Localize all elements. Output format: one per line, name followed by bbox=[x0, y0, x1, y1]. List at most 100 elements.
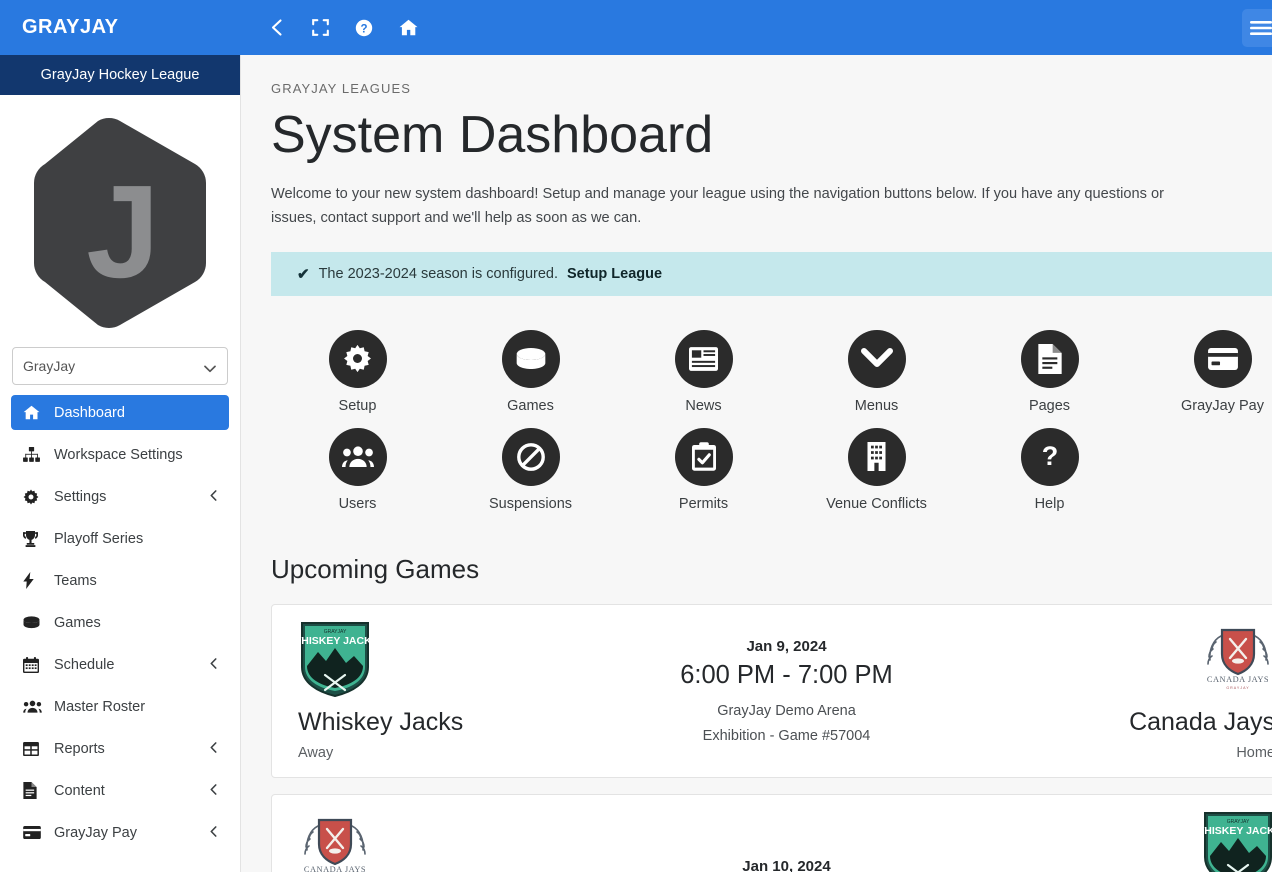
sidebar-nav: Dashboard Workspace bbox=[0, 395, 240, 872]
tile-label: Menus bbox=[855, 398, 899, 414]
game-meta: Exhibition - Game #57004 bbox=[703, 728, 871, 744]
game-date: Jan 9, 2024 bbox=[746, 638, 826, 655]
sidebar-item-dashboard[interactable]: Dashboard bbox=[11, 395, 229, 430]
sidebar-item-label: Reports bbox=[54, 741, 105, 757]
sidebar-item-label: Teams bbox=[54, 573, 97, 589]
chevron-left-icon bbox=[210, 741, 217, 757]
game-time: 6:00 PM - 7:00 PM bbox=[680, 661, 893, 690]
sidebar-item-workspace-settings[interactable]: Workspace Settings bbox=[11, 437, 229, 472]
bolt-icon bbox=[23, 572, 45, 589]
tile-label: News bbox=[685, 398, 721, 414]
home-icon bbox=[23, 405, 45, 420]
sidebar-item-label: GrayJay Pay bbox=[54, 825, 137, 841]
whiskey-jacks-logo: GRAYJAY WHISKEY JACKS bbox=[1201, 810, 1272, 872]
help-circle-icon[interactable]: ? bbox=[347, 11, 381, 45]
chevron-left-icon bbox=[210, 783, 217, 799]
tile-news[interactable]: News bbox=[617, 330, 790, 414]
tile-label: Venue Conflicts bbox=[826, 496, 927, 512]
svg-text:?: ? bbox=[360, 23, 367, 35]
top-bar: GRAYJAY ? bbox=[0, 0, 1272, 55]
svg-text:CANADA JAYS: CANADA JAYS bbox=[1207, 675, 1269, 684]
status-banner: ✔ The 2023-2024 season is configured. Se… bbox=[271, 252, 1272, 296]
svg-text:WHISKEY JACKS: WHISKEY JACKS bbox=[298, 635, 372, 647]
setup-league-link[interactable]: Setup League bbox=[567, 266, 662, 282]
game-card[interactable]: CANADA JAYS GRAYJAY Canada Jays Away Jan… bbox=[271, 794, 1272, 872]
svg-text:WHISKEY JACKS: WHISKEY JACKS bbox=[1201, 825, 1272, 837]
away-team: GRAYJAY WHISKEY JACKS Whiskey Jacks Away bbox=[298, 620, 568, 761]
tile-venue-conflicts[interactable]: Venue Conflicts bbox=[790, 428, 963, 512]
sidebar-item-label: Master Roster bbox=[54, 699, 145, 715]
sidebar-item-teams[interactable]: Teams bbox=[11, 563, 229, 598]
game-card[interactable]: GRAYJAY WHISKEY JACKS Whiskey Jacks Away… bbox=[271, 604, 1272, 778]
home-team: CANADA JAYS GRAYJAY Canada Jays Home bbox=[1005, 620, 1272, 761]
avatar: J bbox=[0, 95, 240, 347]
puck-icon bbox=[502, 330, 560, 388]
whiskey-jacks-logo: GRAYJAY WHISKEY JACKS bbox=[298, 620, 372, 698]
home-team: GRAYJAY WHISKEY JACKS Whiskey Jacks Home bbox=[1005, 810, 1272, 872]
team-side: Away bbox=[298, 745, 333, 761]
tile-permits[interactable]: Permits bbox=[617, 428, 790, 512]
tile-suspensions[interactable]: Suspensions bbox=[444, 428, 617, 512]
question-icon: ? bbox=[1021, 428, 1079, 486]
quick-actions-grid: Setup Games bbox=[271, 330, 1272, 512]
away-team: CANADA JAYS GRAYJAY Canada Jays Away bbox=[298, 810, 568, 872]
sitemap-icon bbox=[23, 447, 45, 462]
team-select-wrapper: GrayJay bbox=[0, 347, 240, 395]
chevron-left-icon bbox=[210, 825, 217, 841]
canada-jays-logo: CANADA JAYS GRAYJAY bbox=[1201, 620, 1272, 698]
sidebar-item-content[interactable]: Content bbox=[11, 773, 229, 808]
game-venue: GrayJay Demo Arena bbox=[717, 703, 856, 719]
back-chevron-icon[interactable] bbox=[259, 11, 293, 45]
chevron-down-icon bbox=[848, 330, 906, 388]
sidebar-item-reports[interactable]: Reports bbox=[11, 731, 229, 766]
gear-icon bbox=[23, 489, 45, 505]
hexagon-logo-icon: J bbox=[27, 117, 213, 329]
gear-icon bbox=[329, 330, 387, 388]
tile-help[interactable]: ? Help bbox=[963, 428, 1136, 512]
people-icon bbox=[329, 428, 387, 486]
tile-setup[interactable]: Setup bbox=[271, 330, 444, 414]
svg-text:CANADA JAYS: CANADA JAYS bbox=[304, 865, 366, 872]
app-shell: GrayJay Hockey League J GrayJay bbox=[0, 55, 1272, 872]
tile-label: Permits bbox=[679, 496, 728, 512]
sidebar-item-label: Workspace Settings bbox=[54, 447, 183, 463]
tile-menus[interactable]: Menus bbox=[790, 330, 963, 414]
tile-label: Help bbox=[1035, 496, 1065, 512]
sidebar-item-label: Settings bbox=[54, 489, 106, 505]
game-details: Jan 9, 2024 6:00 PM - 7:00 PM GrayJay De… bbox=[568, 638, 1005, 744]
sidebar-item-label: Schedule bbox=[54, 657, 114, 673]
hamburger-menu-icon[interactable] bbox=[1242, 9, 1272, 47]
document-icon bbox=[23, 782, 45, 799]
home-icon[interactable] bbox=[391, 11, 425, 45]
table-icon bbox=[23, 742, 45, 756]
league-name-bar: GrayJay Hockey League bbox=[0, 55, 240, 95]
tile-users[interactable]: Users bbox=[271, 428, 444, 512]
breadcrumb: GRAYJAY LEAGUES bbox=[271, 81, 1272, 96]
sidebar-item-label: Dashboard bbox=[54, 405, 125, 421]
sidebar-item-games[interactable]: Games bbox=[11, 605, 229, 640]
building-icon bbox=[848, 428, 906, 486]
sidebar-item-playoff-series[interactable]: Playoff Series bbox=[11, 521, 229, 556]
fullscreen-icon[interactable] bbox=[303, 11, 337, 45]
sidebar-item-grayjay-pay[interactable]: GrayJay Pay bbox=[11, 815, 229, 850]
tile-pages[interactable]: Pages bbox=[963, 330, 1136, 414]
sidebar-item-master-roster[interactable]: Master Roster bbox=[11, 689, 229, 724]
canada-jays-logo: CANADA JAYS GRAYJAY bbox=[298, 810, 372, 872]
sidebar: GrayJay Hockey League J GrayJay bbox=[0, 55, 241, 872]
tile-label: GrayJay Pay bbox=[1181, 398, 1264, 414]
sidebar-item-schedule[interactable]: Schedule bbox=[11, 647, 229, 682]
puck-icon bbox=[23, 616, 45, 629]
tile-label: Games bbox=[507, 398, 554, 414]
main-content: GRAYJAY LEAGUES System Dashboard Welcome… bbox=[241, 55, 1272, 872]
status-banner-text: The 2023-2024 season is configured. bbox=[319, 266, 558, 282]
credit-card-icon bbox=[1194, 330, 1252, 388]
document-icon bbox=[1021, 330, 1079, 388]
upcoming-games-heading: Upcoming Games bbox=[271, 554, 1272, 585]
sidebar-item-settings[interactable]: Settings bbox=[11, 479, 229, 514]
game-details: Jan 10, 2024 bbox=[568, 858, 1005, 872]
page-title: System Dashboard bbox=[271, 106, 1272, 166]
team-select[interactable]: GrayJay bbox=[12, 347, 228, 385]
tile-games[interactable]: Games bbox=[444, 330, 617, 414]
tile-label: Users bbox=[339, 496, 377, 512]
tile-grayjay-pay[interactable]: GrayJay Pay bbox=[1136, 330, 1272, 414]
